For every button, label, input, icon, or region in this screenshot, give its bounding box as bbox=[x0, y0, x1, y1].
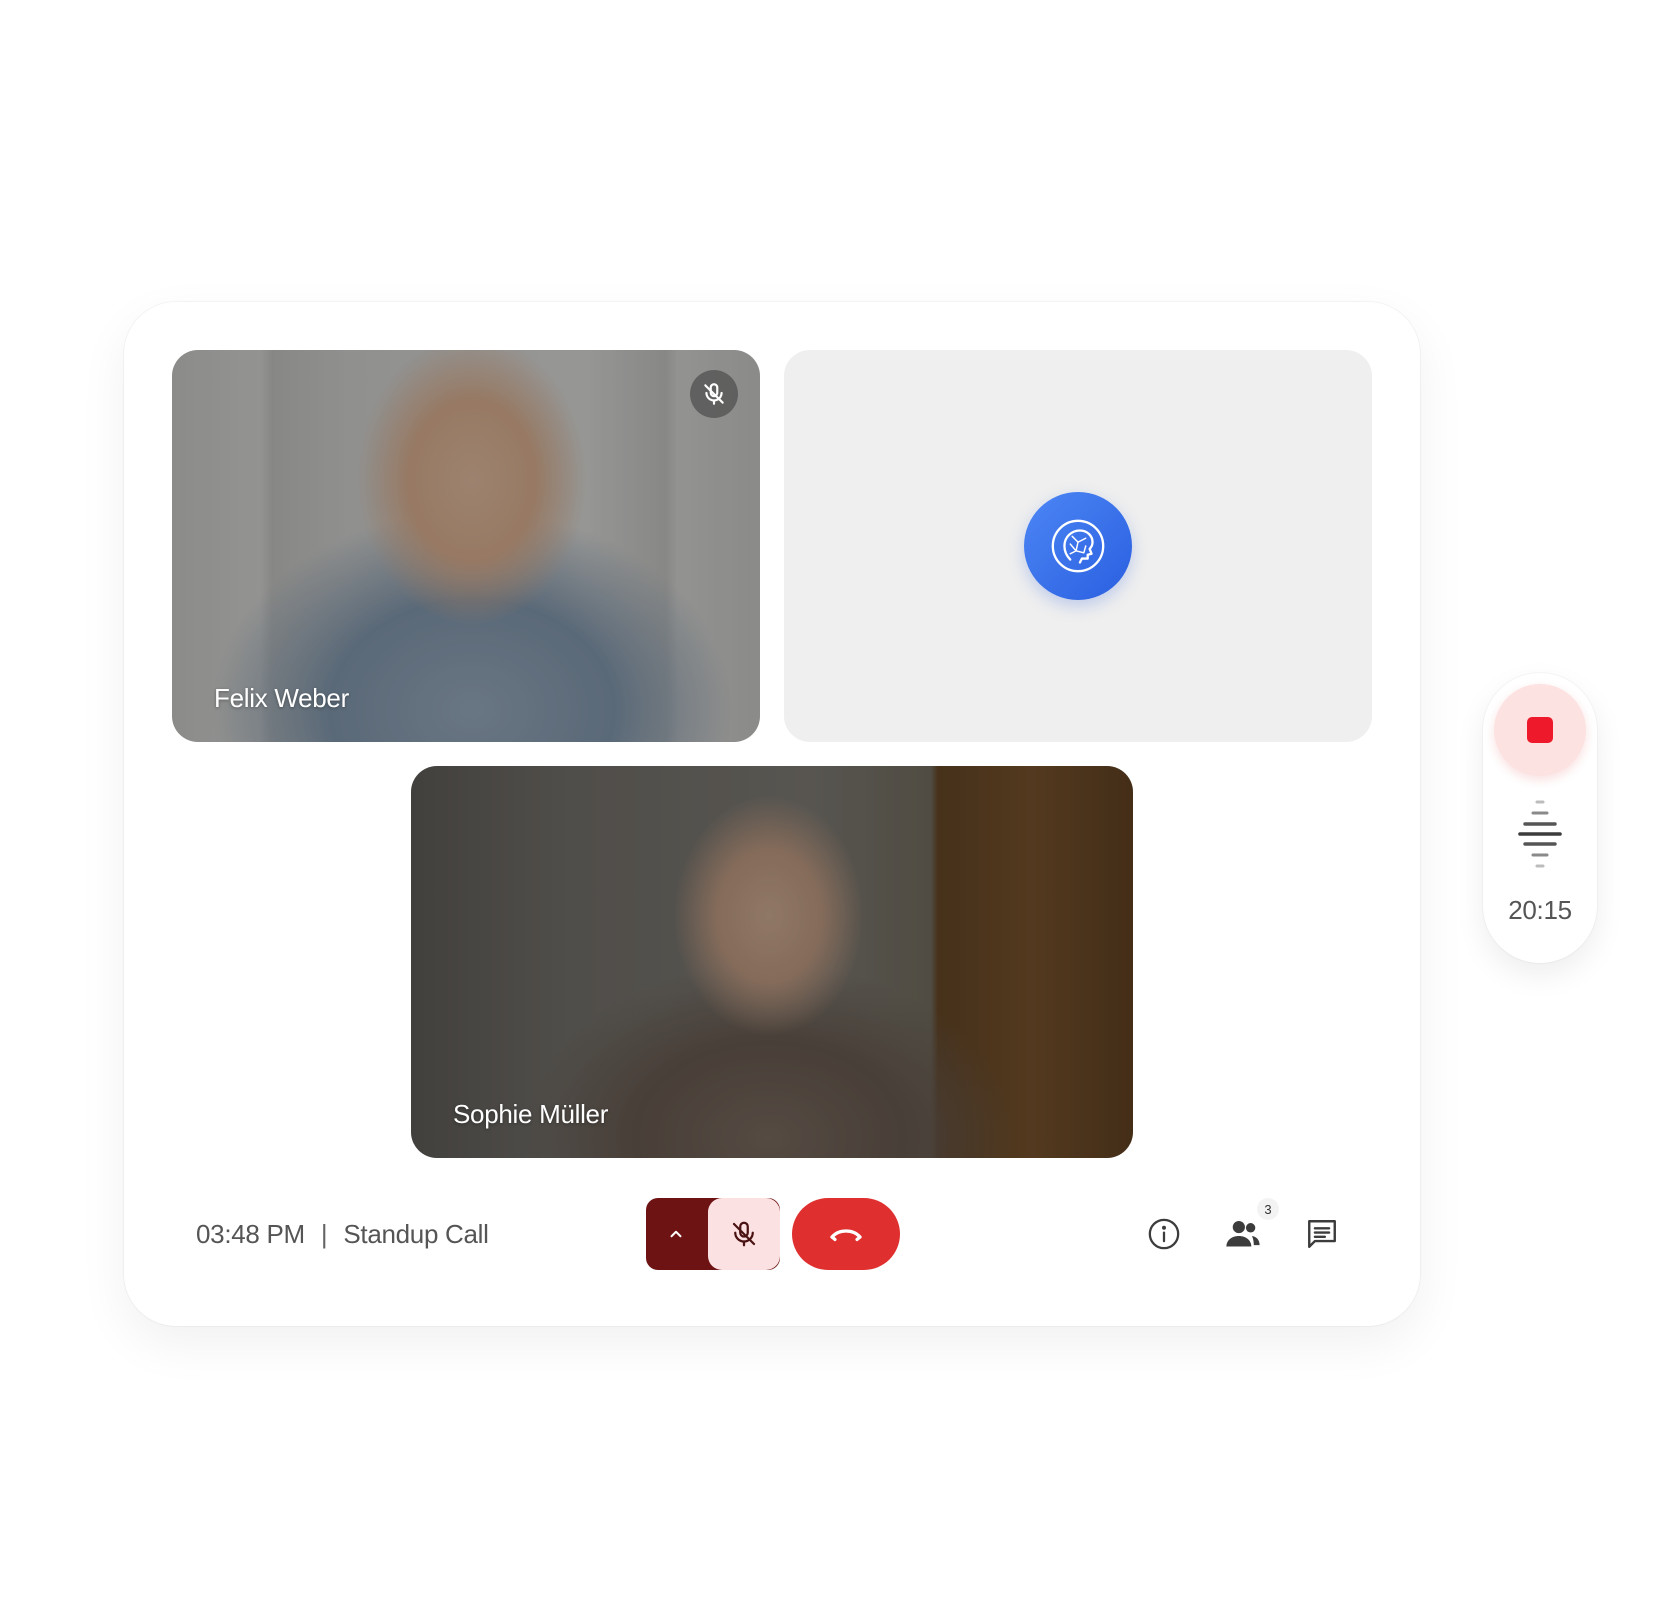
recording-timer: 20:15 bbox=[1508, 895, 1572, 925]
mic-toggle-button[interactable] bbox=[708, 1198, 780, 1270]
stop-recording-button[interactable] bbox=[1494, 684, 1586, 776]
video-tile-felix[interactable]: Felix Weber bbox=[172, 350, 760, 742]
info-button[interactable] bbox=[1140, 1210, 1188, 1258]
call-window: Felix Weber Sophie Müller 03:48 PM | Sta… bbox=[124, 302, 1420, 1326]
meeting-info: 03:48 PM | Standup Call bbox=[196, 1198, 489, 1270]
mic-control-group bbox=[646, 1198, 780, 1270]
info-icon bbox=[1148, 1218, 1180, 1250]
video-tile-assistant[interactable] bbox=[784, 350, 1372, 742]
info-separator: | bbox=[320, 1218, 328, 1249]
participant-count-badge: 3 bbox=[1257, 1198, 1279, 1220]
chat-icon bbox=[1308, 1220, 1336, 1248]
stop-icon bbox=[1527, 717, 1553, 743]
mic-off-icon bbox=[732, 1221, 756, 1247]
video-tile-sophie[interactable]: Sophie Müller bbox=[411, 766, 1133, 1158]
assistant-avatar bbox=[1024, 492, 1132, 600]
current-time: 03:48 PM bbox=[196, 1218, 305, 1249]
chat-button[interactable] bbox=[1298, 1210, 1346, 1258]
chevron-up-icon bbox=[670, 1230, 682, 1238]
mic-options-button[interactable] bbox=[646, 1198, 706, 1270]
hang-up-icon bbox=[830, 1229, 862, 1242]
tile-muted-badge bbox=[690, 370, 738, 418]
mic-off-icon bbox=[704, 383, 724, 405]
meeting-title: Standup Call bbox=[343, 1218, 489, 1249]
end-call-button[interactable] bbox=[792, 1198, 900, 1270]
recording-widget: 20:15 bbox=[1483, 673, 1597, 963]
ai-assistant-head-icon bbox=[1051, 519, 1105, 573]
participants-button[interactable]: 3 bbox=[1219, 1198, 1279, 1258]
participant-name: Felix Weber bbox=[214, 683, 349, 713]
call-toolbar: 03:48 PM | Standup Call 3 bbox=[124, 1198, 1420, 1270]
participant-name: Sophie Müller bbox=[453, 1099, 609, 1129]
people-icon bbox=[1226, 1220, 1260, 1247]
audio-waveform-icon bbox=[1518, 800, 1562, 868]
